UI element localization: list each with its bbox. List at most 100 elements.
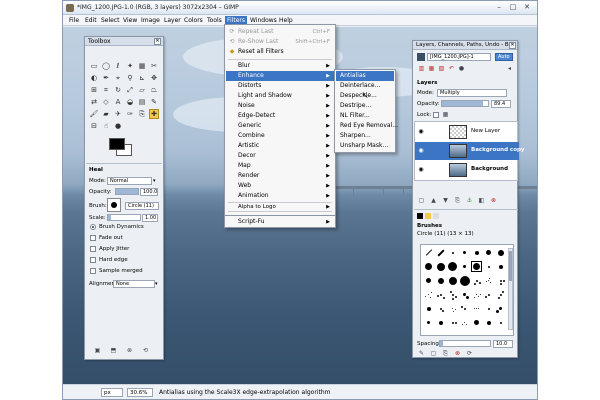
scrollbar-thumb[interactable]: [509, 251, 512, 281]
sample-merged-checkbox[interactable]: [90, 268, 96, 274]
color-select-icon[interactable]: ▦: [137, 61, 147, 71]
restore-options-icon[interactable]: ⬒: [109, 347, 118, 355]
foreground-select-icon[interactable]: ◐: [89, 73, 99, 83]
brush-item[interactable]: [435, 247, 446, 258]
free-select-icon[interactable]: ℓ: [113, 61, 123, 71]
blend-icon[interactable]: ▤: [137, 97, 147, 107]
menu-item-reshow-last[interactable]: ⟲ Re-Show Last Shift+Ctrl+F: [226, 37, 334, 47]
alignment-select[interactable]: None: [113, 280, 155, 288]
tab-menu-icon[interactable]: ◂: [505, 65, 514, 73]
smudge-icon[interactable]: ☝: [101, 121, 111, 131]
brush-item[interactable]: [459, 289, 470, 300]
layer-mode-select[interactable]: Multiply: [437, 89, 507, 97]
shear-icon[interactable]: ▱: [137, 85, 147, 95]
save-options-icon[interactable]: ▣: [93, 347, 102, 355]
menu-item-render[interactable]: Render ▶: [226, 171, 334, 181]
brush-item[interactable]: [483, 289, 494, 300]
fade-out-checkbox[interactable]: [90, 235, 96, 241]
menu-item-distorts[interactable]: Distorts ▶: [226, 81, 334, 91]
menu-item-decor[interactable]: Decor ▶: [226, 151, 334, 161]
brush-item[interactable]: [459, 247, 470, 258]
lower-layer-icon[interactable]: ▼: [441, 197, 450, 205]
menu-edit[interactable]: Edit: [83, 16, 99, 25]
brush-dynamics-expander[interactable]: [90, 224, 96, 230]
brush-item[interactable]: [435, 317, 446, 328]
brush-item[interactable]: [471, 303, 482, 314]
menu-item-deinterlace[interactable]: Deinterlace...: [336, 81, 394, 91]
menu-select[interactable]: Select: [99, 16, 122, 25]
brush-item[interactable]: [483, 317, 494, 328]
bucket-fill-icon[interactable]: ◒: [125, 97, 135, 107]
brush-item[interactable]: [483, 247, 494, 258]
layer-row[interactable]: ◉ New Layer: [415, 123, 519, 141]
pattern-mini-swatch[interactable]: [425, 213, 431, 219]
paths-tab-icon[interactable]: ▧: [437, 65, 446, 73]
dodge-burn-icon[interactable]: ●: [113, 121, 123, 131]
paintbrush-icon[interactable]: 🖌: [89, 109, 99, 119]
perspective-icon[interactable]: ⏢: [149, 85, 159, 95]
layers-dock-close-button[interactable]: ✕: [509, 42, 516, 49]
menu-layer[interactable]: Layer: [162, 16, 183, 25]
ellipse-select-icon[interactable]: ◯: [101, 61, 111, 71]
menu-file[interactable]: File: [67, 16, 81, 25]
eye-icon[interactable]: ◉: [417, 166, 425, 174]
brush-item[interactable]: [495, 247, 506, 258]
new-layer-icon[interactable]: ▢: [417, 197, 426, 205]
eye-icon[interactable]: ◉: [417, 147, 425, 155]
move-icon[interactable]: ✥: [149, 73, 159, 83]
brush-item[interactable]: [423, 317, 434, 328]
scale-icon[interactable]: ⤢: [125, 85, 135, 95]
ink-icon[interactable]: ✑: [125, 109, 135, 119]
gradient-mini-swatch[interactable]: [433, 213, 439, 219]
duplicate-layer-icon[interactable]: ⎘: [453, 197, 462, 205]
brush-item[interactable]: [471, 317, 482, 328]
lock-pixels-checkbox[interactable]: [433, 112, 439, 118]
brush-item[interactable]: [435, 289, 446, 300]
menu-item-antialias[interactable]: Antialias: [336, 71, 394, 81]
minimize-button[interactable]: –: [493, 3, 505, 12]
toolbox-close-button[interactable]: ✕: [154, 38, 161, 45]
menu-item-alpha-to-logo[interactable]: Alpha to Logo ▶: [226, 204, 334, 210]
maximize-button[interactable]: □: [507, 3, 519, 12]
eye-icon[interactable]: ◉: [417, 128, 425, 136]
close-window-button[interactable]: ✕: [521, 3, 533, 12]
zoom-select[interactable]: 30.6%: [127, 388, 153, 397]
zoom-icon[interactable]: ⚲: [125, 73, 135, 83]
brush-name-field[interactable]: Circle (11): [125, 202, 159, 210]
menu-item-edge-detect[interactable]: Edge-Detect ▶: [226, 111, 334, 121]
fg-mini-swatch[interactable]: [417, 213, 423, 219]
layers-tab-icon[interactable]: ▥: [417, 65, 426, 73]
color-picker-icon[interactable]: ⌖: [113, 73, 123, 83]
brush-item[interactable]: [495, 289, 506, 300]
reset-options-icon[interactable]: ⟲: [141, 347, 150, 355]
brush-item[interactable]: [423, 275, 434, 286]
mode-select[interactable]: Normal: [107, 177, 152, 185]
apply-jitter-checkbox[interactable]: [90, 246, 96, 252]
opacity-value[interactable]: 100.0: [140, 188, 158, 196]
menu-item-red-eye-removal[interactable]: Red Eye Removal...: [336, 121, 398, 131]
menu-item-destripe[interactable]: Destripe...: [336, 101, 394, 111]
chevron-down-icon[interactable]: ▾: [155, 281, 158, 287]
menu-view[interactable]: View: [121, 16, 139, 25]
menu-item-sharpen[interactable]: Sharpen...: [336, 131, 394, 141]
brush-item[interactable]: [495, 317, 506, 328]
spacing-value[interactable]: 10.0: [493, 340, 513, 348]
layer-row[interactable]: ◉ Background: [415, 161, 519, 179]
hard-edge-checkbox[interactable]: [90, 257, 96, 263]
menu-item-repeat-last[interactable]: ⟳ Repeat Last Ctrl+F: [226, 27, 334, 37]
align-icon[interactable]: ⊞: [89, 85, 99, 95]
brush-item[interactable]: [423, 303, 434, 314]
scale-slider[interactable]: [107, 214, 141, 221]
menu-item-web[interactable]: Web ▶: [226, 181, 334, 191]
brushes-tab-icon[interactable]: ●: [457, 65, 466, 73]
image-select[interactable]: [IMG_1200.JPG]-1: [427, 53, 491, 61]
brush-item[interactable]: [435, 275, 446, 286]
auto-button[interactable]: Auto: [495, 53, 513, 61]
flip-icon[interactable]: ⇄: [89, 97, 99, 107]
brush-item[interactable]: [447, 247, 458, 258]
cage-icon[interactable]: ◇: [101, 97, 111, 107]
brush-item[interactable]: [495, 303, 506, 314]
brush-item[interactable]: [495, 261, 506, 272]
new-brush-icon[interactable]: ▢: [429, 350, 438, 358]
brush-item[interactable]: [483, 261, 494, 272]
